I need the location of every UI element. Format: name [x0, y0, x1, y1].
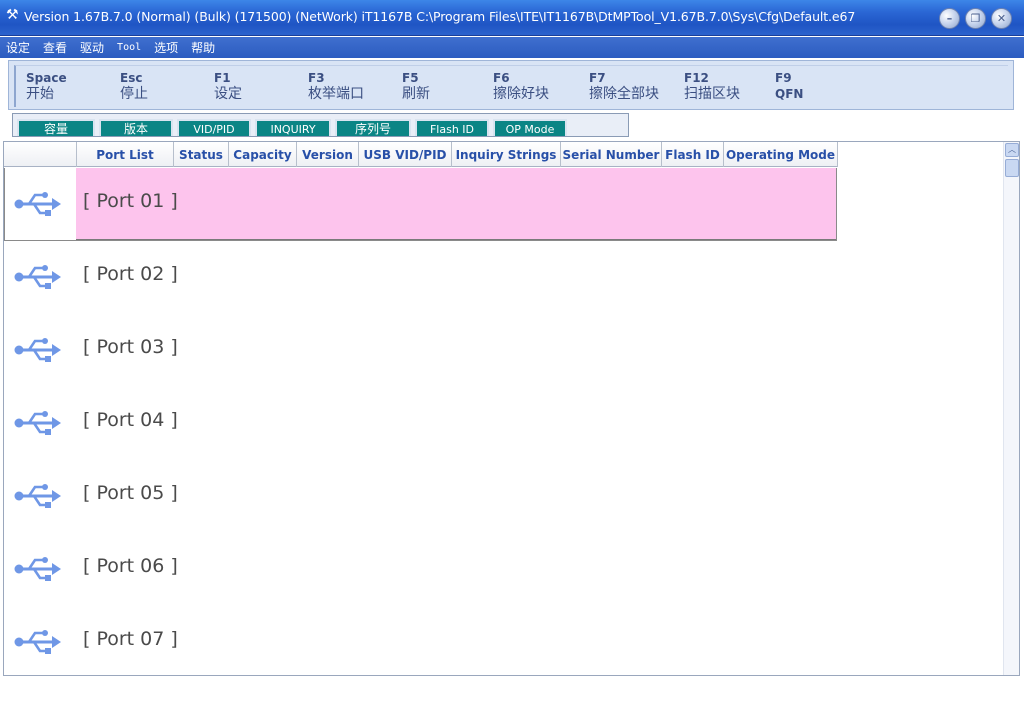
- port-label: [ Port 01 ]: [83, 190, 178, 212]
- port-row[interactable]: [ Port 03 ]: [4, 314, 1004, 387]
- start-key: Space: [26, 71, 67, 85]
- scan-blocks-label: 扫描区块: [684, 86, 740, 102]
- scan-blocks-key: F12: [684, 71, 709, 85]
- maximize-button[interactable]: ❐: [965, 8, 986, 29]
- port-row[interactable]: [ Port 05 ]: [4, 460, 1004, 533]
- menu-help[interactable]: 帮助: [191, 39, 215, 56]
- tools-icon: ⚒: [6, 7, 19, 23]
- usb-icon: [14, 482, 62, 510]
- menu-view[interactable]: 查看: [43, 39, 67, 56]
- close-icon: ✕: [996, 12, 1007, 25]
- restore-icon: ❐: [970, 12, 981, 25]
- refresh-key: F5: [402, 71, 419, 85]
- port-label: [ Port 03 ]: [83, 336, 178, 358]
- title-bar: ⚒ Version 1.67B.7.0 (Normal) (Bulk) (171…: [0, 0, 1024, 36]
- usb-icon: [14, 628, 62, 656]
- enum-ports-button[interactable]: F3 枚举端口: [308, 71, 364, 103]
- erase-all-blocks-label: 擦除全部块: [589, 86, 659, 102]
- port-label: [ Port 02 ]: [83, 263, 178, 285]
- qfn-label: QFN: [775, 87, 804, 101]
- port-row[interactable]: [ Port 01 ]: [4, 168, 1004, 241]
- settings-label: 设定: [214, 86, 242, 102]
- menu-options[interactable]: 选项: [154, 39, 178, 56]
- usb-icon: [14, 263, 62, 291]
- minimize-icon: –: [946, 12, 953, 25]
- port-list-panel: Port List Status Capacity Version USB VI…: [3, 141, 1020, 676]
- erase-all-blocks-key: F7: [589, 71, 606, 85]
- erase-good-blocks-key: F6: [493, 71, 510, 85]
- scroll-up-button[interactable]: ︿: [1005, 143, 1019, 157]
- port-label: [ Port 05 ]: [83, 482, 178, 504]
- port-row[interactable]: [ Port 07 ]: [4, 606, 1004, 675]
- usb-icon: [14, 190, 62, 218]
- column-header-port-list[interactable]: Port List: [77, 142, 174, 167]
- tab-flash-id[interactable]: Flash ID: [415, 119, 489, 136]
- enum-ports-key: F3: [308, 71, 325, 85]
- stop-label: 停止: [120, 86, 148, 102]
- settings-button[interactable]: F1 设定: [214, 71, 242, 103]
- port-row[interactable]: [ Port 04 ]: [4, 387, 1004, 460]
- vertical-scrollbar[interactable]: ︿: [1003, 142, 1019, 675]
- tab-capacity[interactable]: 容量: [17, 119, 95, 136]
- toolbar: Space 开始 Esc 停止 F1 设定 F3 枚举端口 F5 刷新 F6 擦…: [8, 60, 1014, 110]
- port-label: [ Port 06 ]: [83, 555, 178, 577]
- column-header-serial-number[interactable]: Serial Number: [561, 142, 662, 167]
- tab-serial-number[interactable]: 序列号: [335, 119, 411, 136]
- settings-key: F1: [214, 71, 231, 85]
- menu-driver[interactable]: 驱动: [80, 39, 104, 56]
- window-title: Version 1.67B.7.0 (Normal) (Bulk) (17150…: [24, 9, 856, 24]
- erase-all-blocks-button[interactable]: F7 擦除全部块: [589, 71, 659, 103]
- usb-icon: [14, 336, 62, 364]
- tab-vid-pid[interactable]: VID/PID: [177, 119, 251, 136]
- erase-good-blocks-label: 擦除好块: [493, 86, 549, 102]
- qfn-button[interactable]: F9 QFN: [775, 71, 803, 103]
- menu-tool[interactable]: Tool: [117, 42, 141, 53]
- usb-icon: [14, 409, 62, 437]
- scroll-thumb[interactable]: [1005, 159, 1019, 177]
- column-header-flash-id[interactable]: Flash ID: [662, 142, 724, 167]
- chevron-up-icon: ︿: [1008, 145, 1016, 154]
- column-header-operating-mode[interactable]: Operating Mode: [724, 142, 838, 167]
- start-button[interactable]: Space 开始: [26, 71, 67, 103]
- refresh-button[interactable]: F5 刷新: [402, 71, 430, 103]
- close-button[interactable]: ✕: [991, 8, 1012, 29]
- column-header-icon[interactable]: [4, 142, 77, 167]
- start-label: 开始: [26, 86, 54, 102]
- tab-version[interactable]: 版本: [99, 119, 173, 136]
- refresh-label: 刷新: [402, 86, 430, 102]
- stop-button[interactable]: Esc 停止: [120, 71, 148, 103]
- scan-blocks-button[interactable]: F12 扫描区块: [684, 71, 740, 103]
- column-header-version[interactable]: Version: [297, 142, 359, 167]
- enum-ports-label: 枚举端口: [308, 86, 364, 102]
- column-header: Port List Status Capacity Version USB VI…: [4, 142, 838, 167]
- menu-settings[interactable]: 设定: [6, 39, 30, 56]
- menu-bar: 设定 查看 驱动 Tool 选项 帮助: [0, 37, 1024, 58]
- minimize-button[interactable]: –: [939, 8, 960, 29]
- port-label: [ Port 04 ]: [83, 409, 178, 431]
- column-header-capacity[interactable]: Capacity: [229, 142, 297, 167]
- port-row[interactable]: [ Port 02 ]: [4, 241, 1004, 314]
- erase-good-blocks-button[interactable]: F6 擦除好块: [493, 71, 549, 103]
- port-label: [ Port 07 ]: [83, 628, 178, 650]
- stop-key: Esc: [120, 71, 143, 85]
- column-header-inquiry-strings[interactable]: Inquiry Strings: [452, 142, 561, 167]
- column-header-usb-vid-pid[interactable]: USB VID/PID: [359, 142, 452, 167]
- port-row[interactable]: [ Port 06 ]: [4, 533, 1004, 606]
- qfn-key: F9: [775, 71, 792, 85]
- tab-inquiry[interactable]: INQUIRY: [255, 119, 331, 136]
- column-header-status[interactable]: Status: [174, 142, 229, 167]
- tab-op-mode[interactable]: OP Mode: [493, 119, 567, 136]
- usb-icon: [14, 555, 62, 583]
- column-toggle-bar: 容量 版本 VID/PID INQUIRY 序列号 Flash ID OP Mo…: [12, 113, 629, 137]
